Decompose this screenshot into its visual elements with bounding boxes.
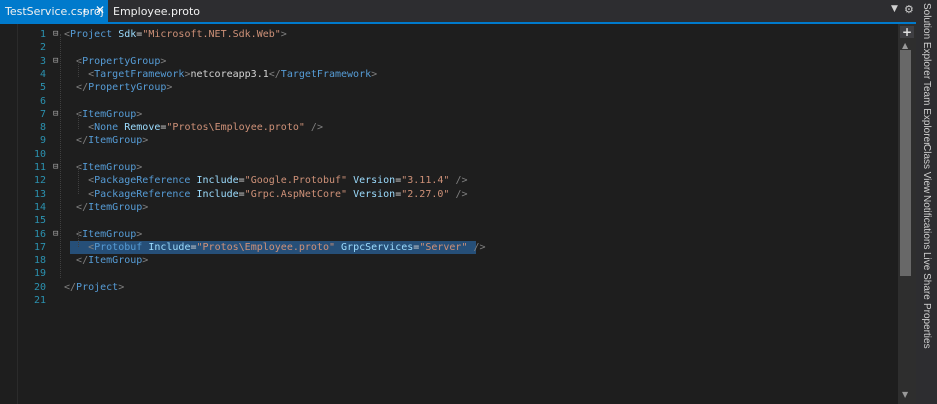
- code-text: <PropertyGroup>: [76, 55, 167, 67]
- code-line[interactable]: 1 ⊟ <Project Sdk="Microsoft.NET.Sdk.Web">: [0, 28, 898, 41]
- code-line[interactable]: 9 </ItemGroup>: [0, 134, 898, 147]
- code-text: <PackageReference Include="Google.Protob…: [88, 175, 468, 187]
- code-text: <Protobuf Include="Protos\Employee.proto…: [88, 241, 486, 253]
- line-number: 6: [39, 95, 46, 107]
- side-tab-properties[interactable]: Properties: [916, 303, 937, 349]
- code-text: <Project Sdk="Microsoft.NET.Sdk.Web">: [64, 29, 287, 40]
- code-line[interactable]: 10: [0, 148, 898, 161]
- line-number: 19: [33, 268, 46, 280]
- tool-window-tabs: Solution Explorer Team Explorer Class Vi…: [916, 0, 937, 404]
- code-line[interactable]: 19: [0, 267, 898, 280]
- tab-testservice-csproj[interactable]: TestService.csproj ⫠ ✕: [0, 0, 108, 24]
- code-text: </ItemGroup>: [76, 201, 149, 213]
- pin-icon[interactable]: ⫠: [82, 4, 88, 15]
- code-line[interactable]: 16 ⊟ <ItemGroup>: [0, 228, 898, 241]
- line-number: 17: [33, 241, 46, 253]
- code-line[interactable]: 6: [0, 95, 898, 108]
- code-line[interactable]: 14 </ItemGroup>: [0, 201, 898, 214]
- code-text: </Project>: [64, 281, 125, 293]
- line-number: 12: [33, 175, 46, 187]
- code-line[interactable]: 7 ⊟ <ItemGroup>: [0, 108, 898, 121]
- code-text: <TargetFramework>netcoreapp3.1</TargetFr…: [88, 68, 378, 80]
- scrollbar-thumb[interactable]: [900, 50, 911, 276]
- chevron-down-icon[interactable]: ▼: [891, 4, 898, 14]
- line-number: 14: [33, 201, 46, 213]
- code-line[interactable]: 15: [0, 214, 898, 227]
- indent-guide: [60, 34, 61, 278]
- scroll-down-icon[interactable]: ▼: [902, 390, 908, 399]
- side-tab-class-view[interactable]: Class View: [916, 144, 937, 193]
- tab-label: Employee.proto: [113, 4, 201, 18]
- line-number: 8: [39, 122, 46, 134]
- code-line[interactable]: 21: [0, 294, 898, 307]
- code-line[interactable]: 2: [0, 41, 898, 54]
- code-line[interactable]: 3 ⊟ <PropertyGroup>: [0, 55, 898, 68]
- line-number: 4: [39, 68, 46, 80]
- side-tab-notifications[interactable]: Notifications: [916, 195, 937, 249]
- code-line[interactable]: 11 ⊟ <ItemGroup>: [0, 161, 898, 174]
- code-text: <ItemGroup>: [76, 162, 143, 173]
- code-text: </ItemGroup>: [76, 135, 149, 147]
- code-text: <PackageReference Include="Grpc.AspNetCo…: [88, 188, 468, 200]
- indent-guide: [78, 165, 79, 194]
- code-line[interactable]: 12 <PackageReference Include="Google.Pro…: [0, 174, 898, 187]
- code-line[interactable]: 17 <Protobuf Include="Protos\Employee.pr…: [0, 240, 898, 254]
- line-number: 18: [33, 255, 46, 267]
- document-tab-bar: TestService.csproj ⫠ ✕ Employee.proto ▼ …: [0, 0, 916, 24]
- line-number: 13: [33, 188, 46, 200]
- tab-label: TestService.csproj: [5, 4, 104, 18]
- code-text: <None Remove="Protos\Employee.proto" />: [88, 122, 323, 134]
- plus-icon[interactable]: +: [900, 26, 914, 38]
- line-number: 2: [39, 42, 46, 54]
- line-number: 21: [33, 295, 46, 306]
- line-number: 11: [33, 162, 46, 173]
- line-number: 1: [39, 29, 46, 40]
- side-tab-team-explorer[interactable]: Team Explorer: [916, 81, 937, 145]
- line-number: 9: [39, 135, 46, 147]
- code-line[interactable]: 8 <None Remove="Protos\Employee.proto" /…: [0, 121, 898, 134]
- scroll-up-icon[interactable]: ▲: [902, 41, 908, 50]
- code-text: <ItemGroup>: [76, 228, 143, 240]
- code-line[interactable]: 13 <PackageReference Include="Grpc.AspNe…: [0, 188, 898, 201]
- code-line[interactable]: 20 </Project>: [0, 281, 898, 294]
- line-number: 10: [33, 148, 46, 160]
- line-number: 16: [33, 228, 46, 240]
- code-line[interactable]: 4 <TargetFramework>netcoreapp3.1</Target…: [0, 68, 898, 81]
- line-number: 5: [39, 82, 46, 94]
- gear-icon[interactable]: ⚙: [904, 3, 914, 16]
- code-text: </ItemGroup>: [76, 255, 149, 267]
- code-text: <ItemGroup>: [76, 108, 143, 120]
- tab-employee-proto[interactable]: Employee.proto: [110, 0, 200, 22]
- side-tab-solution-explorer[interactable]: Solution Explorer: [916, 3, 937, 79]
- line-number: 20: [33, 281, 46, 293]
- code-text: </PropertyGroup>: [76, 82, 173, 94]
- line-number: 15: [33, 215, 46, 227]
- side-tab-live-share[interactable]: Live Share: [916, 252, 937, 300]
- indent-guide: [78, 113, 79, 129]
- code-editor[interactable]: 1 ⊟ <Project Sdk="Microsoft.NET.Sdk.Web"> 2…: [0, 24, 898, 404]
- indent-guide: [78, 231, 79, 247]
- line-number: 3: [39, 55, 46, 67]
- vertical-scrollbar[interactable]: + ▲ ▼: [898, 24, 916, 404]
- code-line[interactable]: 5 </PropertyGroup>: [0, 81, 898, 94]
- line-number: 7: [39, 108, 46, 120]
- code-line[interactable]: 18 </ItemGroup>: [0, 254, 898, 267]
- indent-guide: [78, 61, 79, 77]
- close-icon[interactable]: ✕: [95, 3, 105, 17]
